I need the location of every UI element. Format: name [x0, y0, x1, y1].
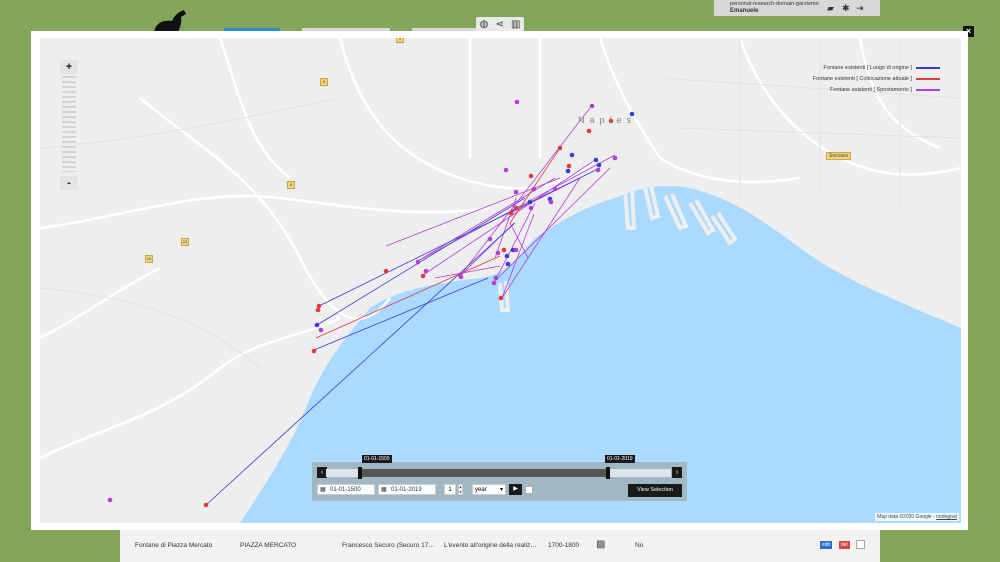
- zoom-control: + -: [60, 60, 78, 190]
- logout-icon[interactable]: ⇥: [856, 3, 864, 14]
- map-view[interactable]: Naples Soccavo 6 6 10 10 1 + - Fontane e…: [40, 38, 961, 523]
- legend-item: Fontane esistenti [ Collocazione attuale…: [796, 73, 940, 84]
- gear-icon[interactable]: ✱: [842, 3, 850, 14]
- chat-icon[interactable]: ▰: [827, 3, 834, 14]
- timeline-end-handle[interactable]: [606, 467, 610, 479]
- end-date-input[interactable]: ▦ 01-01-2019: [378, 484, 436, 495]
- start-date-input[interactable]: ▦ 01-01-1500: [317, 484, 375, 495]
- timeline-end-tag: 01-01-2019: [605, 455, 635, 463]
- timeline-start-tag: 01-01-1500: [362, 455, 392, 463]
- city-label: Naples: [578, 115, 637, 125]
- view-selection-button[interactable]: View Selection: [628, 484, 682, 497]
- chart-icon[interactable]: ▥: [511, 19, 520, 30]
- map-canvas: [40, 38, 961, 523]
- calendar-icon: ▦: [381, 487, 387, 493]
- legend-label: Fontane esistenti [ Spostamento ]: [830, 86, 912, 93]
- timeline-selection[interactable]: [360, 469, 608, 477]
- zoom-out-button[interactable]: -: [60, 176, 78, 190]
- map-toolbar: ◍ ⋖ ▥: [476, 17, 524, 32]
- loop-checkbox[interactable]: [525, 486, 533, 494]
- cell-flag: No: [635, 542, 644, 549]
- calendar-icon: ▦: [320, 487, 326, 493]
- user-name: Emanuele: [730, 8, 759, 14]
- cell-author: Francesco Securo (Securo 17…: [342, 542, 434, 549]
- place-badge: Soccavo: [826, 152, 852, 160]
- table-row: Fontane di Piazza Mercato PIAZZA MERCATO…: [120, 530, 880, 562]
- timeline-start-handle[interactable]: [358, 467, 362, 479]
- zoom-slider[interactable]: [62, 76, 76, 172]
- timeline-panel: 01-01-1500 01-01-2019 ‹ › ▦ 01-01-1500 ▦ 0…: [312, 455, 687, 501]
- route-badge: 10: [181, 238, 189, 246]
- chevron-down-icon: ▾: [499, 487, 503, 493]
- cell-event: L'evento all'origine della realiz…: [444, 542, 537, 549]
- row-checkbox[interactable]: [856, 540, 865, 549]
- route-badge: 1: [396, 38, 404, 43]
- unit-value: year: [475, 487, 487, 493]
- legend-swatch: [916, 88, 940, 91]
- user-domain: personal-research-domain-garziemo: [730, 1, 819, 7]
- legend-label: Fontane esistenti [ Luogo di origine ]: [823, 64, 912, 71]
- share-icon[interactable]: ⋖: [495, 19, 503, 30]
- globe-icon[interactable]: ◍: [480, 19, 489, 30]
- legend-item: Fontane esistenti [ Spostamento ]: [796, 84, 940, 95]
- legend-swatch: [916, 66, 940, 69]
- timeline-next-button[interactable]: ›: [672, 467, 682, 478]
- edit-button[interactable]: edit: [820, 541, 833, 549]
- step-input[interactable]: 1: [444, 484, 456, 495]
- zoom-in-button[interactable]: +: [60, 60, 78, 74]
- step-spinner[interactable]: ▲ ▼: [458, 484, 463, 495]
- cell-place: PIAZZA MERCATO: [240, 542, 297, 549]
- legend-swatch: [916, 77, 940, 80]
- attribution-link[interactable]: nodegoat: [936, 514, 957, 520]
- legend-label: Fontane esistenti [ Collocazione attuale…: [812, 75, 912, 82]
- delete-button[interactable]: del: [839, 541, 850, 549]
- map-attribution: Map data ©2020 Google - nodegoat: [875, 513, 959, 521]
- attribution-text: Map data ©2020 Google: [877, 514, 932, 520]
- image-icon: ▩: [596, 539, 606, 550]
- route-badge: 10: [145, 255, 153, 263]
- legend-item: Fontane esistenti [ Luogo di origine ]: [796, 62, 940, 73]
- map-legend: Fontane esistenti [ Luogo di origine ] F…: [796, 62, 940, 95]
- route-badge: 6: [287, 181, 295, 189]
- unit-select[interactable]: year ▾: [472, 484, 506, 495]
- end-date-value: 01-01-2019: [391, 487, 422, 493]
- play-button[interactable]: ▶: [509, 484, 522, 495]
- cell-period: 1700-1800: [548, 542, 580, 549]
- logo-icon: [154, 10, 186, 32]
- start-date-value: 01-01-1500: [330, 487, 361, 493]
- user-panel: personal-research-domain-garziemo Emanue…: [714, 0, 880, 16]
- cell-name: Fontane di Piazza Mercato: [135, 542, 213, 549]
- route-badge: 6: [320, 78, 328, 86]
